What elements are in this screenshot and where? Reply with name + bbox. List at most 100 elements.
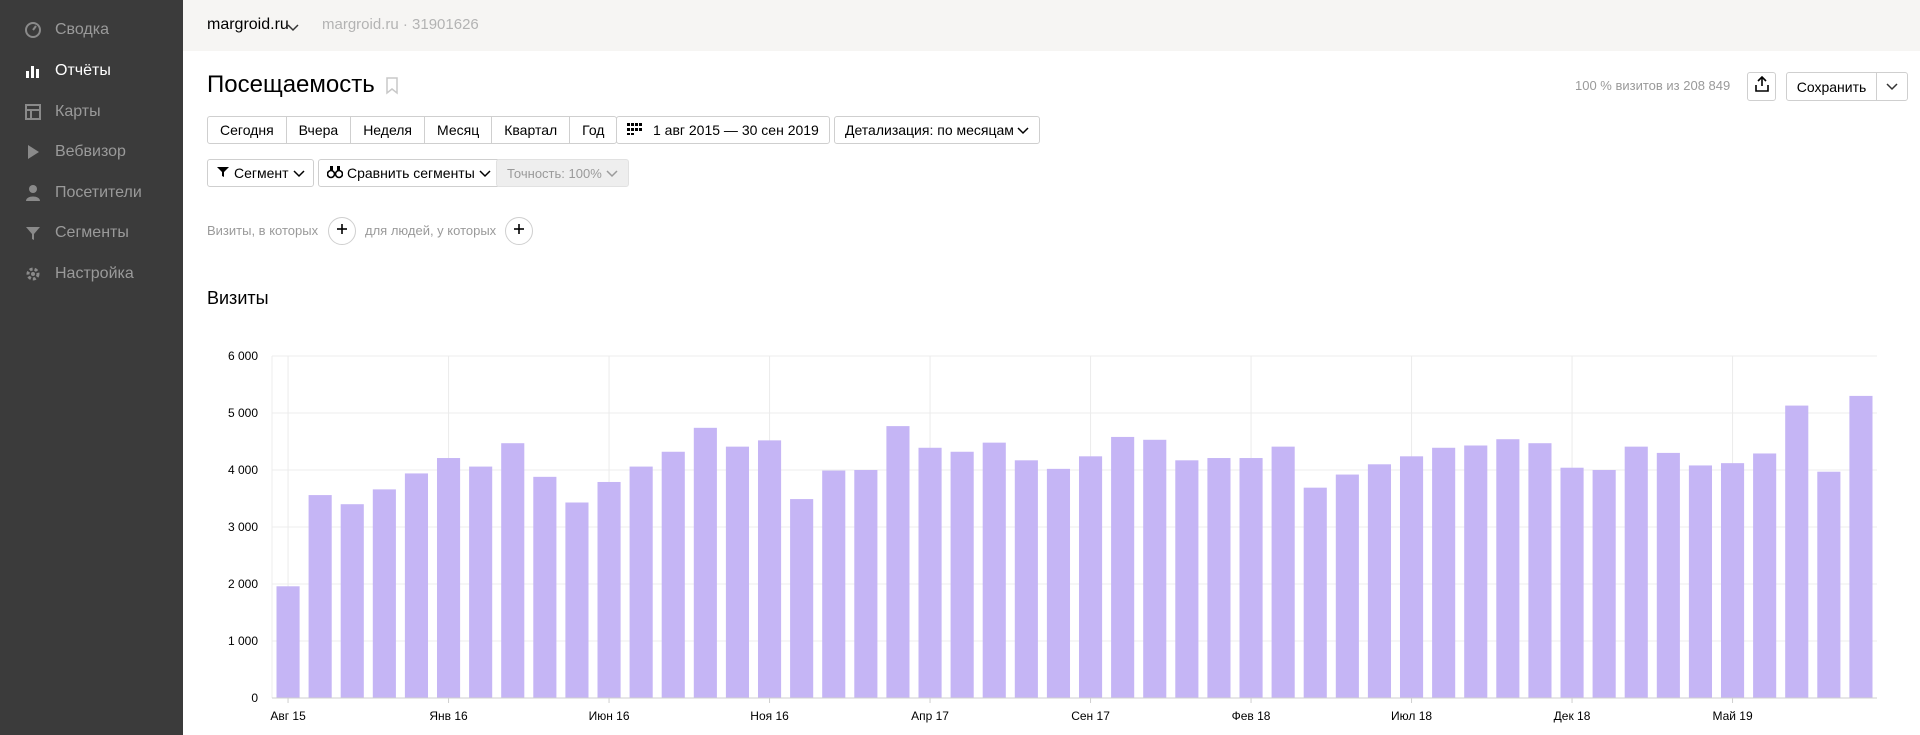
map-icon [24,103,42,121]
visits-share-text: 100 % визитов из 208 849 [1575,78,1731,93]
sidebar-item-segments[interactable]: Сегменты [0,213,183,253]
accuracy-dropdown[interactable]: Точность: 100% [496,159,629,187]
filter-icon [216,165,230,182]
bar [565,502,589,698]
plus-icon [513,222,525,240]
y-tick-label: 4 000 [228,463,258,477]
y-tick-label: 1 000 [228,634,258,648]
bar [1014,460,1038,698]
sidebar-item-label: Карты [55,103,101,120]
bar [693,427,717,698]
x-tick-label: Ноя 16 [750,709,789,723]
save-button-group: Сохранить [1786,72,1908,101]
y-tick-label: 2 000 [228,577,258,591]
bar [661,451,685,698]
sidebar-item-settings[interactable]: Настройка [0,254,183,294]
sidebar-item-reports[interactable]: Отчёты [0,51,183,91]
bookmark-icon[interactable] [385,77,399,100]
visits-bar-chart: 0 1 000 2 000 3 000 4 000 5 000 6 000 Авг 15 Янв… [228,349,1877,723]
bar [436,458,461,698]
y-tick-label: 6 000 [228,349,258,363]
bar [1624,446,1648,698]
gear-icon [24,265,42,283]
bar [1432,447,1456,698]
bar [276,586,300,698]
x-tick-label: Сен 17 [1071,709,1110,723]
bar [1271,446,1295,698]
period-month-button[interactable]: Месяц [424,117,491,143]
x-tick-label: Июн 16 [589,709,630,723]
y-tick-label: 5 000 [228,406,258,420]
save-options-button[interactable] [1877,73,1907,100]
period-quarter-button[interactable]: Квартал [491,117,569,143]
bar-chart-icon [24,62,42,80]
bar [1303,487,1327,698]
bar [469,466,493,698]
add-visits-condition-button[interactable] [328,217,356,245]
x-tick-label: Июл 18 [1391,709,1432,723]
bar [308,495,332,698]
detail-dropdown[interactable]: Детализация: по месяцам [834,116,1040,144]
x-tick-label: Янв 16 [429,709,468,723]
play-icon [24,143,42,161]
bar [1143,439,1167,698]
detail-label: Детализация: по месяцам [845,122,1014,138]
sidebar-item-maps[interactable]: Карты [0,92,183,132]
bar [757,440,782,698]
counter-info: margroid.ru · 31901626 [322,16,479,33]
period-year-button[interactable]: Год [569,117,616,143]
bar [1817,471,1841,698]
period-yesterday-button[interactable]: Вчера [285,117,351,143]
period-today-button[interactable]: Сегодня [208,117,286,143]
bar [1399,456,1424,698]
sidebar-item-label: Посетители [55,184,142,201]
bar [1656,452,1680,698]
people-filter-label: для людей, у которых [365,223,497,238]
page-title: Посещаемость [207,71,375,98]
sidebar-item-summary[interactable]: Сводка [0,10,183,50]
site-selector[interactable]: margroid.ru [207,16,289,34]
plus-icon [336,222,348,240]
bar [629,466,653,698]
compare-segments-dropdown[interactable]: Сравнить сегменты [318,159,500,187]
filter-icon [24,224,42,242]
segment-dropdown[interactable]: Сегмент [207,159,314,187]
export-icon [1754,75,1770,97]
sidebar-item-webvisor[interactable]: Вебвизор [0,132,183,172]
sidebar-item-visitors[interactable]: Посетители [0,173,183,213]
x-tick-label: Авг 15 [270,709,306,723]
bar [790,499,814,698]
save-button[interactable]: Сохранить [1787,73,1877,100]
export-button[interactable] [1747,72,1776,101]
chevron-down-icon [1886,82,1898,90]
chevron-down-icon[interactable] [287,19,299,37]
bar [404,473,429,698]
add-people-condition-button[interactable] [505,217,533,245]
calendar-icon [627,122,643,138]
bar [1046,468,1071,698]
bar [822,470,846,698]
bar [918,447,942,698]
compare-label: Сравнить сегменты [347,165,475,181]
y-tick-label: 3 000 [228,520,258,534]
x-tick-label: Фев 18 [1232,709,1271,723]
segment-label: Сегмент [234,165,289,181]
bar [597,481,621,698]
bar [1239,458,1263,698]
bar [1335,474,1359,698]
sidebar-item-label: Отчёты [55,62,111,79]
bar [1111,436,1135,698]
chevron-down-icon [606,166,618,181]
bar [1688,465,1713,698]
period-week-button[interactable]: Неделя [350,117,424,143]
bar [1367,464,1392,698]
date-range-button[interactable]: 1 авг 2015 — 30 сен 2019 [616,116,830,144]
bar [501,443,525,698]
bar [372,489,396,698]
bar [1592,470,1616,698]
bar [1528,443,1552,698]
bar [1175,460,1199,698]
x-tick-label: Дек 18 [1554,709,1591,723]
top-bar: margroid.ru margroid.ru · 31901626 [183,0,1920,51]
chevron-down-icon [479,165,491,181]
